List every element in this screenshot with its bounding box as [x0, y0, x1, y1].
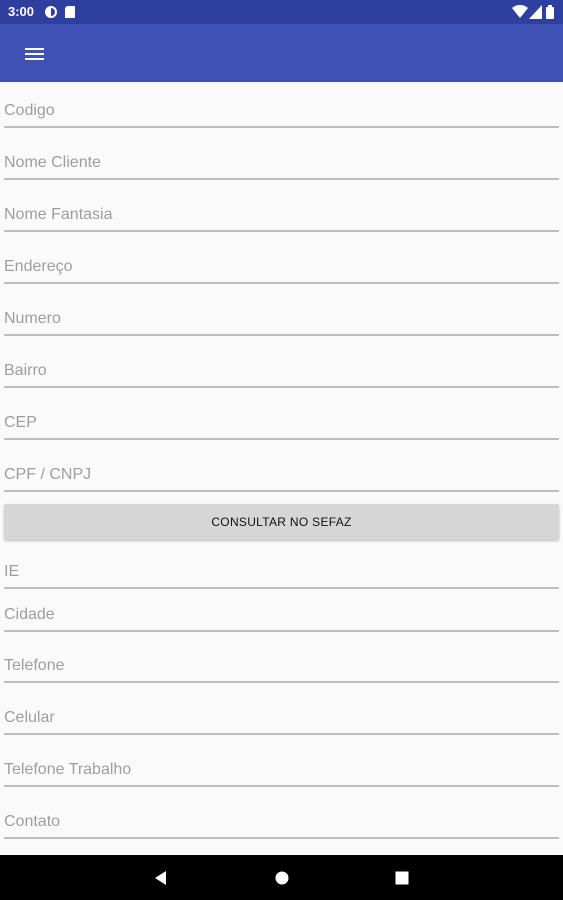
status-time: 3:00: [8, 4, 35, 19]
recents-icon[interactable]: [389, 865, 415, 891]
signal-icon: [529, 5, 542, 19]
telefone-trabalho-field[interactable]: [4, 749, 559, 787]
sync-icon: [45, 6, 57, 18]
wifi-icon: [512, 5, 528, 18]
ie-field[interactable]: [4, 551, 559, 589]
celular-field[interactable]: [4, 697, 559, 735]
client-form: CONSULTAR NO SEFAZ: [0, 82, 563, 855]
cidade-field[interactable]: [4, 594, 559, 632]
telefone-field[interactable]: [4, 645, 559, 683]
nome-cliente-field[interactable]: [4, 142, 559, 180]
contato-field[interactable]: [4, 801, 559, 839]
app-bar: [0, 24, 563, 82]
codigo-field[interactable]: [4, 90, 559, 128]
battery-icon: [546, 5, 554, 19]
cpf-cnpj-field[interactable]: [4, 454, 559, 492]
sd-card-icon: [65, 6, 75, 18]
bairro-field[interactable]: [4, 350, 559, 388]
numero-field[interactable]: [4, 298, 559, 336]
endereco-field[interactable]: [4, 246, 559, 284]
cep-field[interactable]: [4, 402, 559, 440]
status-bar: 3:00: [0, 0, 563, 24]
nome-fantasia-field[interactable]: [4, 194, 559, 232]
back-icon[interactable]: [148, 865, 174, 891]
navigation-bar: [0, 855, 563, 900]
consultar-sefaz-button[interactable]: CONSULTAR NO SEFAZ: [4, 504, 559, 540]
home-icon[interactable]: [269, 865, 295, 891]
hamburger-menu-icon[interactable]: [18, 38, 50, 70]
